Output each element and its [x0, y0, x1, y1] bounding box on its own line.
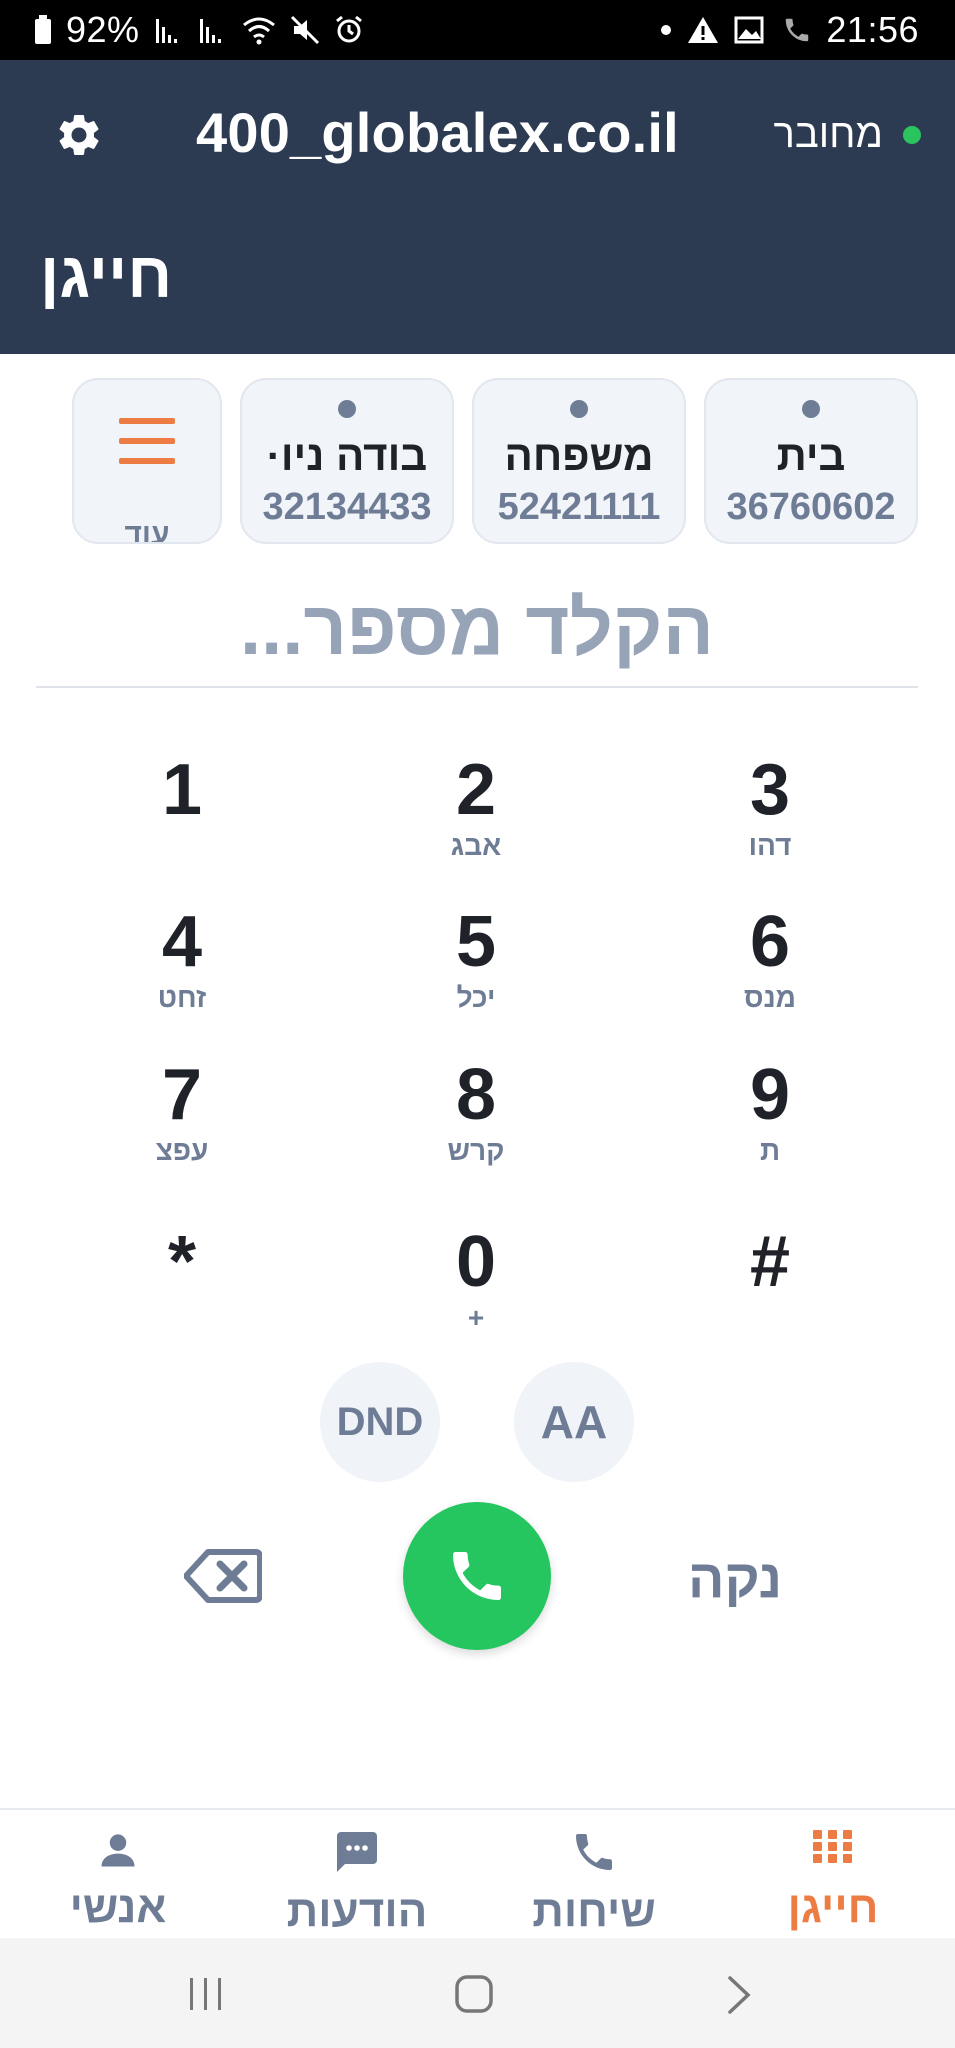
account-name: 400_globalex.co.il: [196, 101, 679, 164]
quick-dial-bar: בית 36760602 משפחה 52421111 בודה ניו· 32…: [0, 378, 955, 544]
quick-dial-card[interactable]: משפחה 52421111: [472, 378, 686, 544]
nav-messages[interactable]: הודעות: [282, 1828, 432, 1937]
key-digit: 3: [749, 750, 791, 830]
key-digit: 1: [161, 750, 203, 830]
key-digit: 9: [749, 1055, 791, 1135]
quick-dial-name: בודה ניו·: [266, 432, 428, 479]
clear-button[interactable]: נקה: [688, 1548, 782, 1610]
connection-label: מחובר: [773, 112, 884, 156]
key-letters: דהו: [748, 830, 792, 861]
more-button[interactable]: עוד: [72, 378, 222, 544]
connection-status: מחובר: [773, 112, 921, 157]
key-letters: זחט: [157, 982, 207, 1013]
phone-icon: [453, 1552, 501, 1600]
key-4[interactable]: 4 זחט: [82, 902, 282, 1022]
key-digit: #: [749, 1222, 791, 1302]
battery-percent: 92%: [66, 9, 140, 50]
dot-icon: [660, 24, 672, 36]
key-digit: 7: [161, 1055, 203, 1135]
dialpad-icon: [813, 1830, 852, 1863]
key-letters: אבג: [450, 830, 502, 861]
alarm-icon: [334, 15, 364, 45]
key-1[interactable]: 1: [82, 750, 282, 870]
dot-icon: [802, 400, 820, 418]
call-icon: [782, 15, 812, 45]
quick-dial-number: 36760602: [726, 486, 896, 528]
wifi-icon: [242, 15, 276, 45]
key-letters: מנס: [744, 982, 796, 1013]
bottom-nav: חייגן שיחות הודעות אנשי קשר: [0, 1808, 955, 1982]
key-digit: *: [167, 1222, 197, 1302]
key-digit: 4: [161, 902, 203, 982]
key-star[interactable]: *: [82, 1222, 282, 1342]
nav-label: חייגן: [787, 1883, 879, 1932]
key-letters: ת: [759, 1135, 781, 1166]
key-digit: 6: [749, 902, 791, 982]
recents-icon[interactable]: [186, 1976, 226, 2017]
dial-input[interactable]: הקלד מספר...: [36, 570, 918, 688]
nav-label: הודעות: [286, 1887, 428, 1936]
quick-dial-name: משפחה: [504, 432, 654, 479]
key-6[interactable]: 6 מנס: [670, 902, 870, 1022]
image-icon: [734, 15, 768, 45]
call-button[interactable]: [403, 1502, 551, 1650]
more-label: עוד: [124, 518, 170, 544]
battery-icon: [34, 15, 52, 45]
aa-button[interactable]: AA: [514, 1362, 634, 1482]
quick-dial-card[interactable]: בודה ניו· 32134433: [240, 378, 454, 544]
key-digit: 5: [455, 902, 497, 982]
dot-icon: [570, 400, 588, 418]
dnd-button[interactable]: DND: [320, 1362, 440, 1482]
signal-icon: [154, 15, 184, 45]
person-icon: [101, 1834, 135, 1867]
quick-dial-number: 52421111: [497, 486, 661, 528]
key-digit: 0: [455, 1222, 497, 1302]
key-3[interactable]: 3 דהו: [670, 750, 870, 870]
key-letters: קרש: [447, 1135, 505, 1166]
key-digit: 2: [455, 750, 497, 830]
page-title: חייגן: [40, 239, 173, 311]
status-dot-icon: [903, 125, 921, 144]
key-2[interactable]: 2 אבג: [376, 750, 576, 870]
menu-icon: [119, 418, 175, 464]
mute-icon: [290, 15, 320, 45]
app-header: 400_globalex.co.il מחובר חייגן: [0, 60, 955, 354]
warning-icon: [686, 15, 720, 45]
nav-calls[interactable]: שיחות: [524, 1828, 664, 1937]
key-8[interactable]: 8 קרש: [376, 1055, 576, 1175]
home-icon[interactable]: [454, 1974, 494, 2019]
quick-dial-card[interactable]: בית 36760602: [704, 378, 918, 544]
signal-icon-2: [198, 15, 228, 45]
nav-dialer[interactable]: חייגן: [768, 1828, 898, 1933]
gear-icon[interactable]: [54, 110, 104, 160]
key-digit: 8: [455, 1055, 497, 1135]
key-7[interactable]: 7 עפצ: [82, 1055, 282, 1175]
key-letters: +: [467, 1302, 485, 1333]
key-hash[interactable]: #: [670, 1222, 870, 1342]
key-5[interactable]: 5 יכל: [376, 902, 576, 1022]
phone-icon: [576, 1834, 612, 1870]
system-nav-bar: [0, 1938, 955, 2048]
key-letters: עפצ: [155, 1135, 209, 1166]
clock: 21:56: [826, 9, 919, 50]
status-bar: 92% 21:56: [0, 0, 955, 60]
chat-icon: [337, 1832, 377, 1872]
key-0[interactable]: 0 +: [376, 1222, 576, 1342]
key-9[interactable]: 9 ת: [670, 1055, 870, 1175]
quick-dial-name: בית: [776, 432, 846, 479]
back-icon[interactable]: [724, 1974, 754, 2021]
key-letters: יכל: [456, 982, 496, 1013]
dot-icon: [338, 400, 356, 418]
backspace-icon[interactable]: [183, 1548, 263, 1604]
quick-dial-number: 32134433: [262, 486, 432, 528]
nav-label: שיחות: [532, 1887, 656, 1936]
